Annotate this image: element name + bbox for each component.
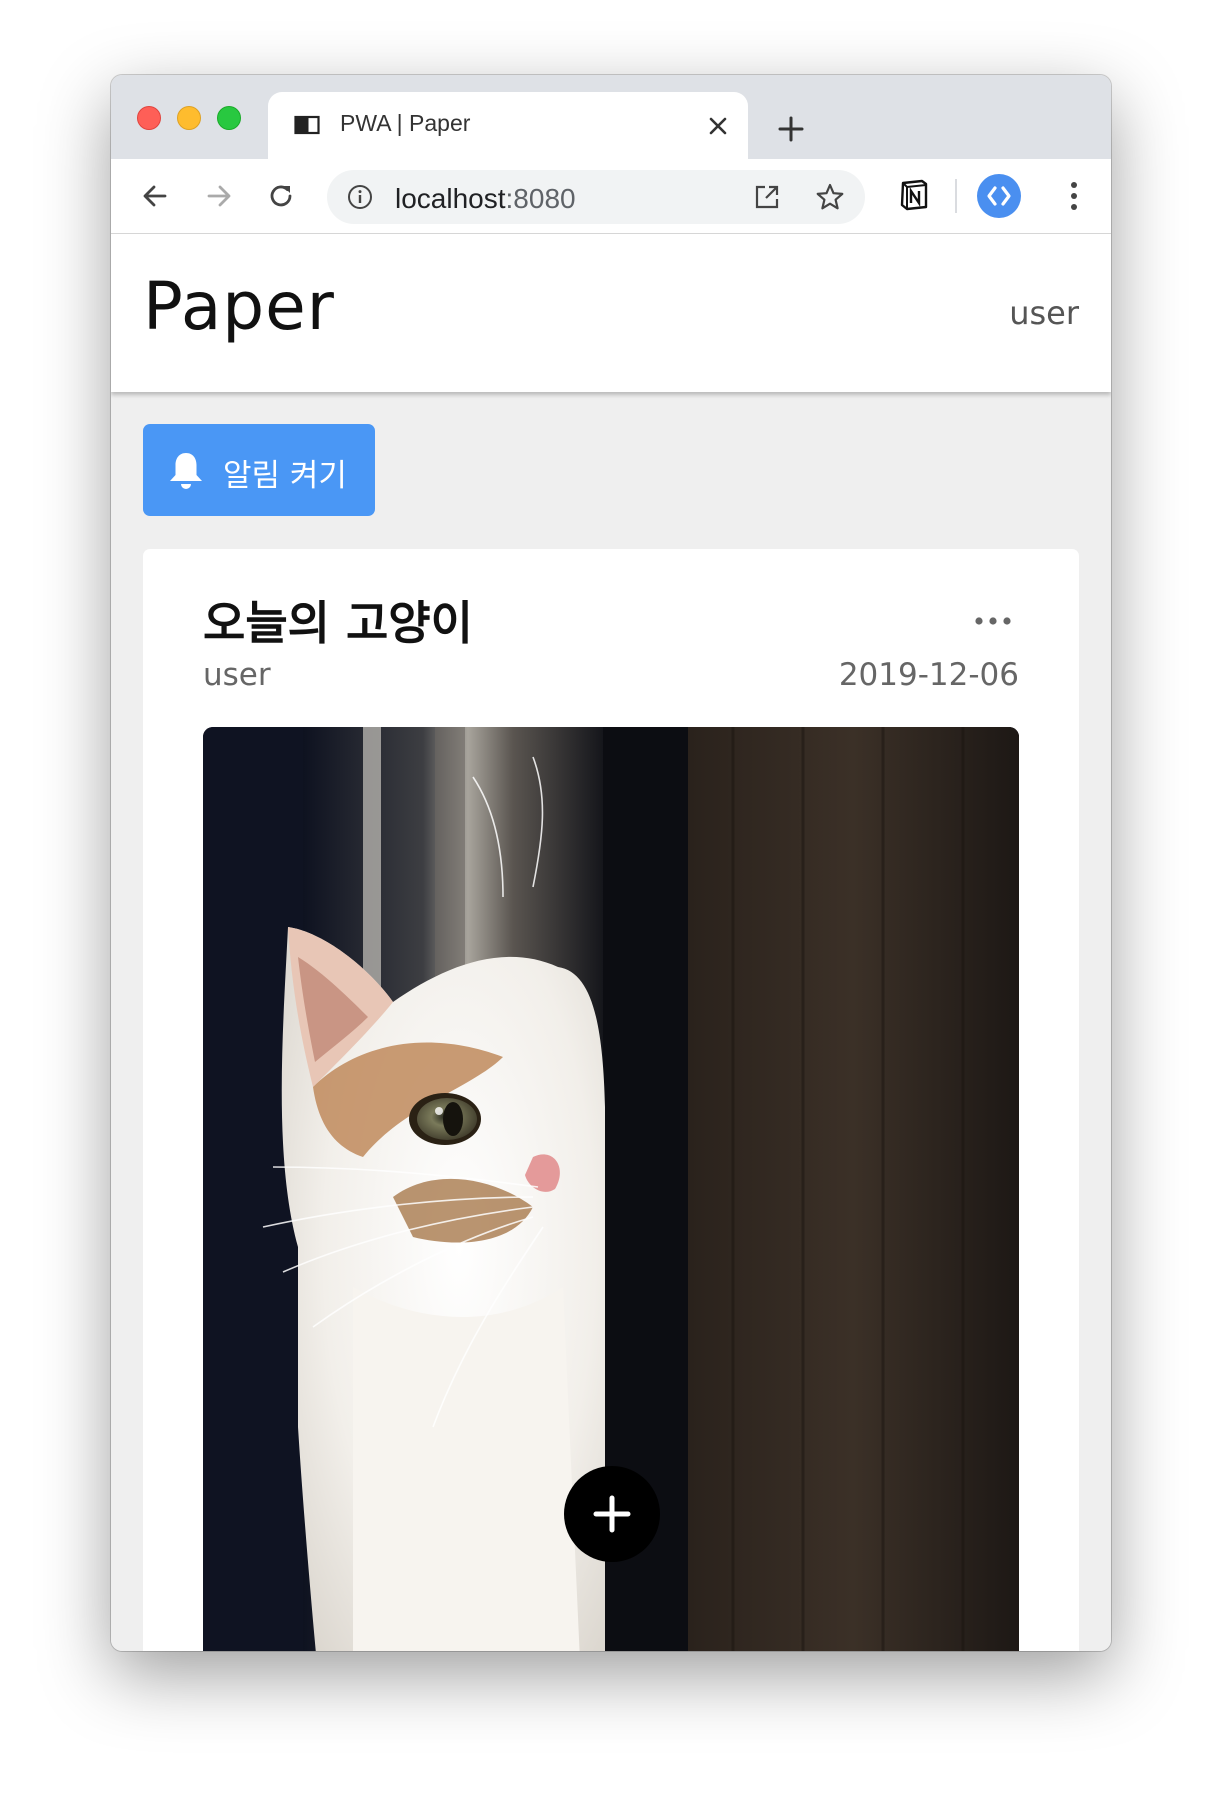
plus-icon <box>593 1495 631 1533</box>
notion-icon[interactable] <box>897 178 931 212</box>
more-horizontal-icon[interactable] <box>973 614 1013 628</box>
notification-toggle-button[interactable]: 알림 켜기 <box>143 424 375 516</box>
arrow-right-icon[interactable] <box>201 178 237 214</box>
url-host: localhost <box>395 183 506 214</box>
window-close-button[interactable] <box>137 106 161 130</box>
toolbar-divider <box>955 179 957 213</box>
post-title: 오늘의 고양이 <box>203 596 473 650</box>
info-icon[interactable] <box>347 184 373 210</box>
code-brackets-icon[interactable] <box>977 174 1021 218</box>
address-bar[interactable]: localhost:8080 <box>327 170 865 224</box>
post-author[interactable]: user <box>203 657 271 693</box>
arrow-left-icon[interactable] <box>137 178 173 214</box>
post-date: 2019-12-06 <box>838 657 1019 693</box>
open-external-icon[interactable] <box>753 183 781 211</box>
header-user-link[interactable]: user <box>1009 294 1079 332</box>
add-post-fab-button[interactable] <box>564 1466 660 1562</box>
window-zoom-button[interactable] <box>217 106 241 130</box>
close-icon[interactable] <box>704 112 732 140</box>
bell-icon <box>170 453 202 489</box>
reload-icon[interactable] <box>263 178 299 214</box>
star-icon[interactable] <box>815 182 845 212</box>
new-tab-plus-icon[interactable] <box>775 113 807 145</box>
tab-title: PWA | Paper <box>340 110 471 136</box>
notification-toggle-label: 알림 켜기 <box>223 458 347 494</box>
more-vertical-icon[interactable] <box>1059 179 1089 213</box>
browser-window: PWA | Paper localhost:8080 Paper user 알림… <box>111 75 1111 1651</box>
page-viewport: Paper user 알림 켜기 오늘의 고양이 user 2019-12-06 <box>111 234 1111 1651</box>
brand-title[interactable]: Paper <box>143 268 335 345</box>
tab-bar: PWA | Paper <box>111 75 1111 159</box>
tab-active[interactable]: PWA | Paper <box>268 92 748 159</box>
url-text[interactable]: localhost:8080 <box>395 183 576 215</box>
app-header: Paper user <box>111 234 1111 392</box>
url-port: :8080 <box>505 183 576 214</box>
window-minimize-button[interactable] <box>177 106 201 130</box>
browser-toolbar: localhost:8080 <box>111 159 1111 234</box>
book-icon <box>294 115 320 135</box>
